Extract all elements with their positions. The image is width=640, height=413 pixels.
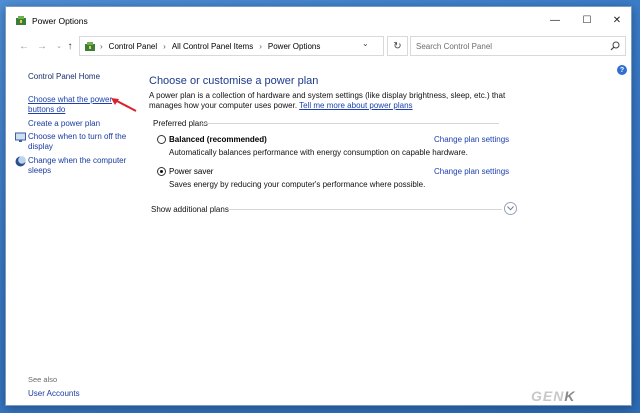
annotation-arrow-icon bbox=[111, 98, 137, 112]
watermark-text: K bbox=[564, 388, 576, 404]
plan-name: Power saver bbox=[169, 167, 214, 176]
sidebar-item-label: Choose when to turn off the bbox=[28, 132, 127, 141]
sidebar-item-label: buttons do bbox=[28, 105, 66, 114]
help-button[interactable]: ? bbox=[617, 65, 627, 75]
search-input[interactable] bbox=[416, 38, 606, 54]
sidebar-item-turn-off-display[interactable]: Choose when to turn off the display bbox=[28, 132, 126, 152]
search-box bbox=[410, 36, 626, 56]
divider bbox=[229, 209, 502, 210]
plan-name: Balanced (recommended) bbox=[169, 135, 267, 144]
breadcrumb-control-panel[interactable]: Control Panel bbox=[109, 42, 157, 51]
main-pane: Choose or customise a power plan A power… bbox=[149, 59, 609, 405]
sidebar-item-label: sleeps bbox=[28, 166, 52, 175]
address-row: ← → ⌄ ↑ › Control Panel › All Control Pa… bbox=[6, 34, 631, 58]
up-button[interactable]: ↑ bbox=[63, 39, 77, 53]
plan-description: Automatically balances performance with … bbox=[169, 148, 468, 157]
display-icon bbox=[15, 132, 26, 142]
search-icon[interactable] bbox=[610, 41, 620, 51]
control-panel-icon bbox=[85, 41, 95, 51]
sidebar-item-power-buttons[interactable]: Choose what the power buttons do bbox=[28, 95, 112, 115]
watermark-text: GEN bbox=[531, 388, 565, 404]
change-plan-settings-link[interactable]: Change plan settings bbox=[434, 135, 509, 144]
window-title: Power Options bbox=[32, 16, 88, 26]
control-panel-home-link[interactable]: Control Panel Home bbox=[28, 72, 100, 81]
change-plan-settings-link[interactable]: Change plan settings bbox=[434, 167, 509, 176]
maximize-button[interactable]: ☐ bbox=[572, 7, 602, 33]
see-also-heading: See also bbox=[28, 375, 58, 384]
user-accounts-link[interactable]: User Accounts bbox=[28, 389, 80, 398]
expand-plans-button[interactable] bbox=[504, 202, 517, 215]
tell-me-more-link[interactable]: Tell me more about power plans bbox=[299, 101, 412, 110]
address-dropdown-button[interactable]: ⌄ bbox=[362, 39, 369, 48]
divider bbox=[201, 123, 499, 124]
sleep-moon-icon bbox=[15, 156, 26, 167]
chevron-down-icon bbox=[507, 206, 514, 211]
breadcrumb-all-items[interactable]: All Control Panel Items bbox=[172, 42, 253, 51]
breadcrumb-separator: › bbox=[163, 41, 166, 51]
power-options-icon bbox=[16, 16, 26, 25]
close-button[interactable]: ✕ bbox=[602, 7, 631, 33]
breadcrumb-separator: › bbox=[259, 41, 262, 51]
sidebar-item-create-plan[interactable]: Create a power plan bbox=[28, 119, 100, 129]
breadcrumb-power-options[interactable]: Power Options bbox=[268, 42, 320, 51]
genk-watermark-logo: GENK bbox=[531, 388, 575, 404]
balanced-radio[interactable] bbox=[157, 135, 166, 144]
breadcrumb-separator: › bbox=[100, 41, 103, 51]
sidebar-item-label: Create a power plan bbox=[28, 119, 101, 128]
page-description: A power plan is a collection of hardware… bbox=[149, 91, 521, 111]
sidebar-item-label: Change when the computer bbox=[28, 156, 127, 165]
sidebar-item-label: display bbox=[28, 142, 53, 151]
sidebar-item-computer-sleeps[interactable]: Change when the computer sleeps bbox=[28, 156, 126, 176]
forward-button[interactable]: → bbox=[35, 39, 49, 53]
back-button[interactable]: ← bbox=[17, 39, 31, 53]
refresh-button[interactable]: ↻ bbox=[387, 36, 408, 56]
sidebar-item-label: Choose what the power bbox=[28, 95, 113, 104]
show-additional-plans-toggle[interactable]: Show additional plans bbox=[151, 205, 229, 214]
power-saver-radio[interactable] bbox=[157, 167, 166, 176]
plan-description: Saves energy by reducing your computer's… bbox=[169, 180, 426, 189]
title-bar: Power Options — ☐ ✕ bbox=[6, 7, 631, 33]
preferred-plans-heading: Preferred plans bbox=[153, 119, 208, 128]
page-title: Choose or customise a power plan bbox=[149, 75, 319, 87]
minimize-button[interactable]: — bbox=[540, 7, 570, 33]
address-bar[interactable]: › Control Panel › All Control Panel Item… bbox=[79, 36, 384, 56]
power-options-window: Power Options — ☐ ✕ ← → ⌄ ↑ › Control Pa… bbox=[5, 6, 632, 406]
